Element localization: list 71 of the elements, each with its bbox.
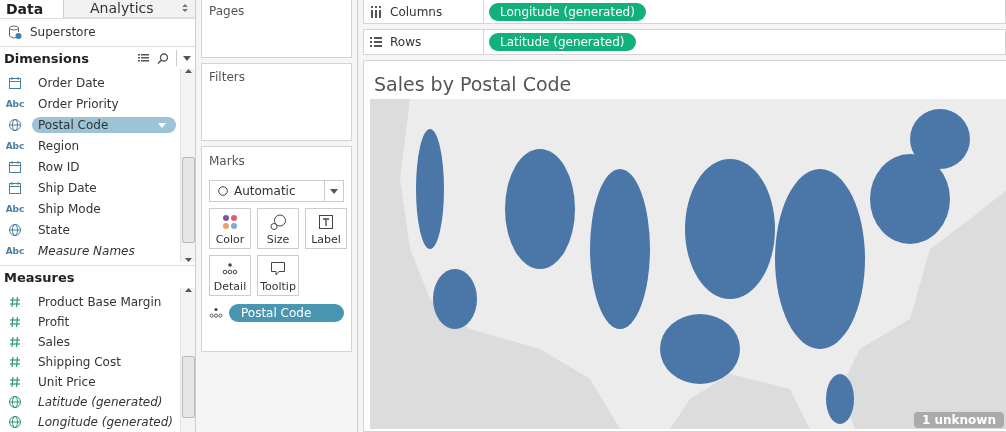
field-item[interactable]: Ship Mode — [32, 201, 107, 218]
card-title: Filters — [209, 70, 246, 84]
field-item[interactable]: Sales — [32, 334, 76, 350]
circle-icon — [218, 186, 228, 196]
globe-icon — [8, 415, 22, 429]
scroll-thumb[interactable] — [182, 156, 195, 243]
mark-type-dropdown[interactable]: Automatic — [209, 180, 344, 202]
globe-icon — [8, 395, 22, 409]
marks-button[interactable]: Detail — [209, 255, 251, 296]
field-item[interactable]: Order Date — [32, 75, 111, 92]
tab[interactable]: Analytics — [63, 0, 195, 18]
field-item[interactable]: Product Base Margin — [32, 294, 168, 310]
database-icon — [8, 24, 22, 40]
scroll-up-icon — [184, 288, 192, 292]
globe-icon — [8, 223, 22, 238]
globe-icon — [8, 118, 22, 133]
card-title: Pages — [209, 4, 246, 18]
type-label: Abc — [5, 204, 25, 215]
field-item[interactable]: Order Priority — [32, 96, 125, 113]
type-label: Abc — [5, 141, 25, 152]
field-item[interactable]: Postal Code — [32, 117, 176, 134]
section-title: Dimensions — [4, 50, 90, 66]
calendar-icon — [8, 76, 22, 91]
calendar-icon — [8, 181, 22, 196]
shelf-label: Rows — [390, 35, 422, 49]
search-icon — [157, 52, 168, 64]
field-item[interactable]: Latitude (generated) — [32, 394, 169, 410]
scroll-thumb[interactable] — [182, 356, 195, 418]
hash-icon — [8, 335, 22, 349]
data-source-name[interactable]: Superstore — [30, 25, 96, 40]
card-title: Marks — [209, 154, 246, 168]
dropdown-arrow-icon — [158, 122, 166, 128]
field-item[interactable]: Region — [32, 138, 86, 155]
dots-icon — [222, 261, 238, 277]
type-label: Abc — [5, 246, 25, 257]
marks-button[interactable]: Label — [305, 208, 347, 249]
marks-button[interactable]: Tooltip — [257, 255, 299, 296]
circles-icon — [270, 214, 286, 230]
field-item[interactable]: Shipping Cost — [32, 354, 127, 370]
field-item[interactable]: Row ID — [32, 159, 86, 176]
scroll-down-icon — [184, 257, 192, 262]
sheet-title: Sales by Postal Code — [373, 72, 573, 97]
field-item[interactable]: State — [32, 222, 76, 239]
calendar-icon — [8, 160, 22, 175]
field-item[interactable]: Longitude (generated) — [32, 414, 180, 430]
color-dots-icon — [222, 214, 238, 230]
scrollbar[interactable] — [180, 68, 195, 262]
field-item[interactable]: Unit Price — [32, 374, 102, 390]
scroll-up-icon — [184, 68, 192, 73]
hash-icon — [8, 295, 22, 309]
rows-icon — [370, 36, 382, 48]
speech-bubble-icon — [270, 261, 286, 277]
type-label: Abc — [5, 99, 25, 110]
marks-button[interactable]: Color — [209, 208, 251, 249]
shelf-label: Columns — [390, 4, 443, 19]
dots-icon — [209, 306, 223, 320]
hash-icon — [8, 375, 22, 389]
field-item[interactable]: Ship Date — [32, 180, 103, 197]
field-item[interactable]: Measure Names — [32, 243, 141, 260]
hash-icon — [8, 355, 22, 369]
dropdown-arrow-icon — [330, 188, 338, 194]
field-item[interactable]: Profit — [32, 314, 76, 330]
dropdown-arrow-icon — [183, 55, 191, 61]
list-view-icon — [138, 53, 149, 64]
text-box-icon — [318, 214, 334, 230]
hash-icon — [8, 315, 22, 329]
marks-button[interactable]: Size — [257, 208, 299, 249]
scrollbar[interactable] — [180, 288, 195, 432]
sort-arrows-icon — [181, 3, 189, 14]
section-title: Measures — [4, 269, 76, 285]
columns-icon — [370, 5, 382, 18]
